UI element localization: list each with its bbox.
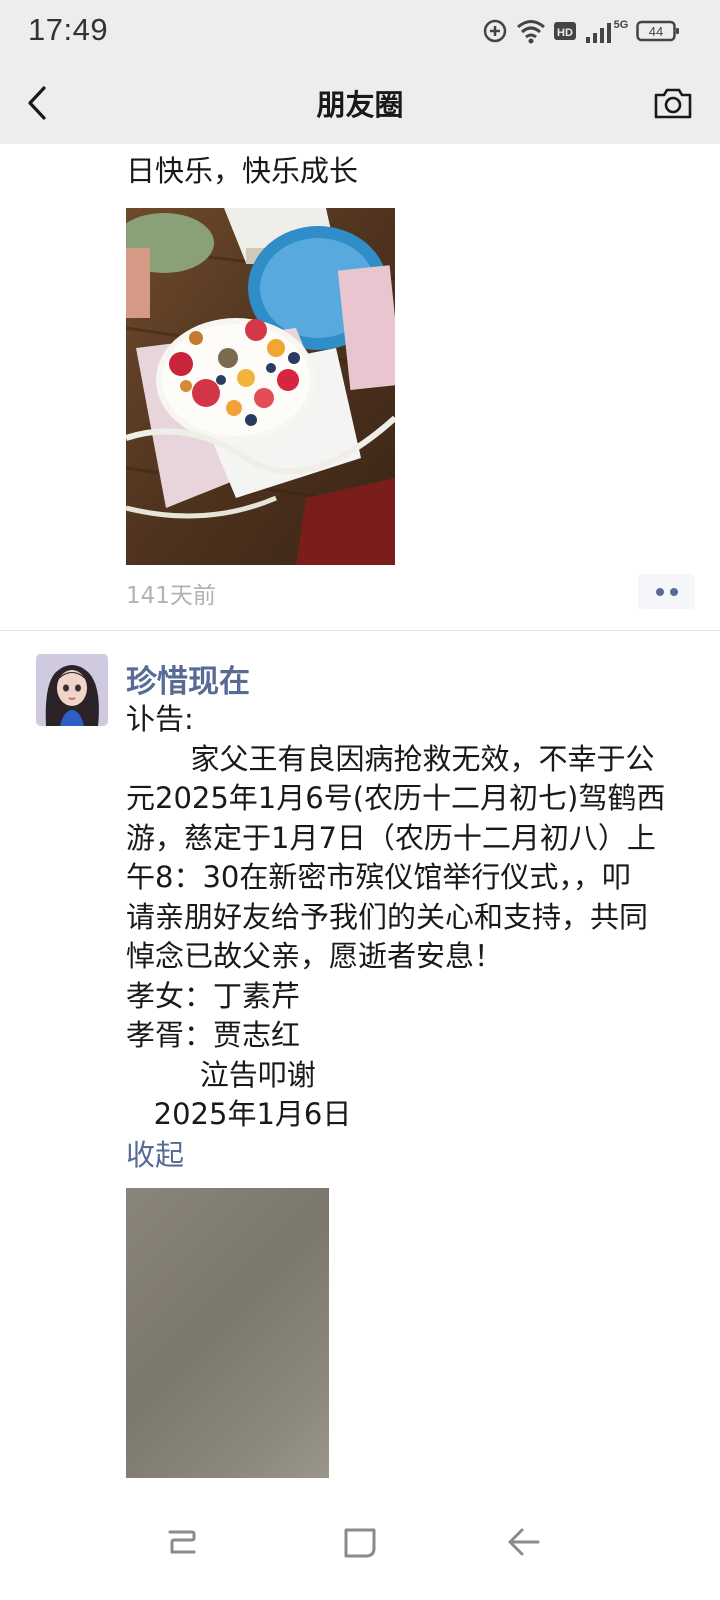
battery-icon: 44	[636, 20, 679, 42]
more-dot	[669, 587, 678, 596]
prev-post-photo[interactable]	[126, 208, 395, 565]
post-divider	[0, 630, 720, 631]
post-photo[interactable]	[126, 1188, 329, 1478]
post-line: 请亲朋好友给予我们的关心和支持，共同	[126, 899, 649, 934]
home-button[interactable]	[330, 1512, 390, 1572]
avatar[interactable]	[36, 654, 108, 726]
camera-icon	[654, 88, 692, 119]
collapse-link[interactable]: 收起	[126, 1132, 184, 1174]
camera-button[interactable]	[652, 82, 694, 124]
back-nav-button[interactable]	[494, 1512, 554, 1572]
post-line: 讣告:	[126, 702, 194, 736]
post-line: 元2025年1月6号(农历十二月初七)驾鹤西	[126, 781, 666, 815]
post-line: 家父王有良因病抢救无效，不幸于公	[126, 741, 655, 776]
post-line: 悼念已故父亲，愿逝者安息！	[126, 939, 504, 973]
moments-feed[interactable]: 日快乐，快乐成长 141天前 珍惜现在 讣告: 家父王有良因病抢救无效，不幸于公…	[0, 144, 720, 1490]
svg-text:HD: HD	[557, 27, 573, 39]
prev-post-time: 141天前	[126, 583, 216, 609]
svg-text:44: 44	[649, 24, 663, 39]
post-line: 泣告叩谢	[126, 1057, 316, 1092]
svg-text:5G: 5G	[614, 19, 628, 31]
post-line: 2025年1月6日	[126, 1097, 352, 1131]
post-line: 午8：30在新密市殡仪馆举行仪式，，叩	[126, 860, 631, 894]
page-title: 朋友圈	[316, 88, 404, 122]
post-content: 讣告: 家父王有良因病抢救无效，不幸于公 元2025年1月6号(农历十二月初七)…	[126, 700, 698, 1135]
post-line: 孝女：丁素芹	[126, 978, 301, 1013]
status-icons: HD 5G 44	[482, 14, 680, 48]
data-saver-icon	[483, 19, 507, 43]
prev-post-text: 日快乐，快乐成长	[126, 154, 359, 188]
cake-image	[126, 208, 395, 565]
post-line: 孝胥：贾志红	[126, 1018, 301, 1052]
nav-bar: 朋友圈	[0, 62, 720, 144]
avatar-image	[36, 654, 108, 726]
status-bar: 17:49 HD 5G 44	[0, 0, 720, 62]
system-nav-bar	[0, 1490, 720, 1600]
hd-icon: HD	[554, 22, 576, 40]
post-more-button[interactable]	[638, 574, 695, 609]
more-dot	[655, 587, 664, 596]
wifi-icon	[517, 20, 545, 44]
home-icon	[344, 1528, 376, 1558]
signal-icon: 5G	[586, 19, 628, 43]
recents-button[interactable]	[152, 1512, 212, 1572]
post-line: 游，慈定于1月7日（农历十二月初八）上	[126, 820, 656, 855]
status-time: 17:49	[28, 12, 109, 47]
back-arrow-icon	[508, 1528, 540, 1556]
author-name[interactable]: 珍惜现在	[126, 656, 250, 701]
recents-icon	[168, 1530, 196, 1554]
